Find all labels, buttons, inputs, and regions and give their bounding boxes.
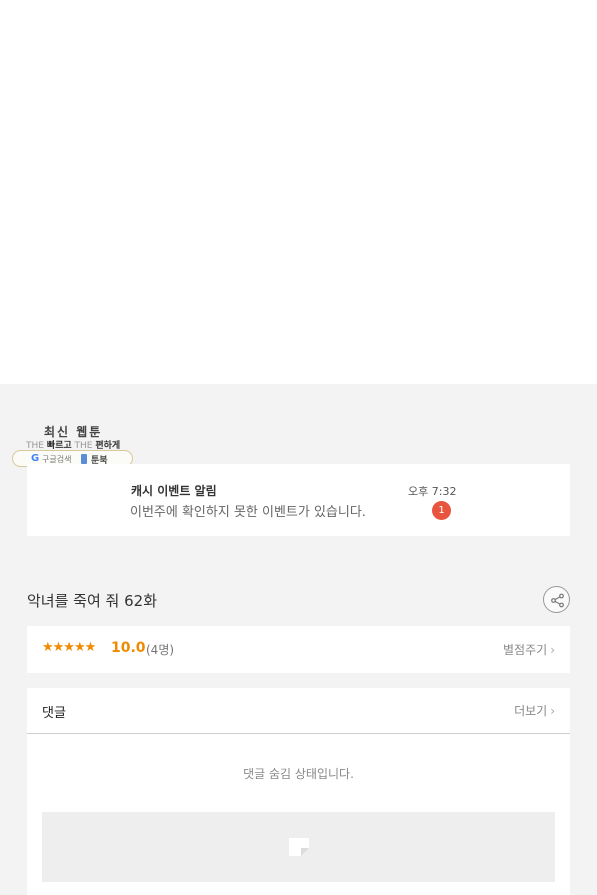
site-logo[interactable]: 최신 웹툰 THE 빠르고 THE 편하게 G 구글검색 툰북 [12,421,134,469]
rate-button-label: 별점주기 [503,643,548,657]
comments-header: 댓글 더보기 › [27,688,570,734]
image-placeholder-icon [289,838,309,856]
chevron-right-icon: › [550,704,555,718]
content-area-blank [0,0,597,384]
rating-stars: ★★★★★ [42,640,96,655]
notification-time: 오후 7:32 [408,485,457,498]
ad-placeholder [42,812,555,882]
comments-card: 댓글 더보기 › 댓글 숨김 상태입니다. [27,688,570,895]
rate-button[interactable]: 별점주기 › [503,641,555,658]
notification-title: 캐시 이벤트 알림 [131,484,217,498]
notification-count-badge: 1 [432,501,451,520]
share-icon [551,593,564,608]
more-comments-button[interactable]: 더보기 › [514,702,555,719]
rating-score: 10.0 [111,640,146,656]
notification-card[interactable]: 캐시 이벤트 알림 이번주에 확인하지 못한 이벤트가 있습니다. 오후 7:3… [27,464,570,536]
rating-count: (4명) [146,643,175,657]
comments-hidden-message: 댓글 숨김 상태입니다. [243,767,354,781]
notification-message: 이번주에 확인하지 못한 이벤트가 있습니다. [130,505,366,520]
comments-title: 댓글 [42,706,66,721]
book-icon [81,454,87,464]
google-icon: G [31,453,40,464]
chevron-right-icon: › [550,643,555,657]
rating-card: ★★★★★ 10.0 (4명) 별점주기 › [27,626,570,673]
episode-title: 악녀를 죽여 줘 62화 [27,592,157,610]
share-button[interactable] [543,586,570,613]
more-button-label: 더보기 [514,704,548,718]
